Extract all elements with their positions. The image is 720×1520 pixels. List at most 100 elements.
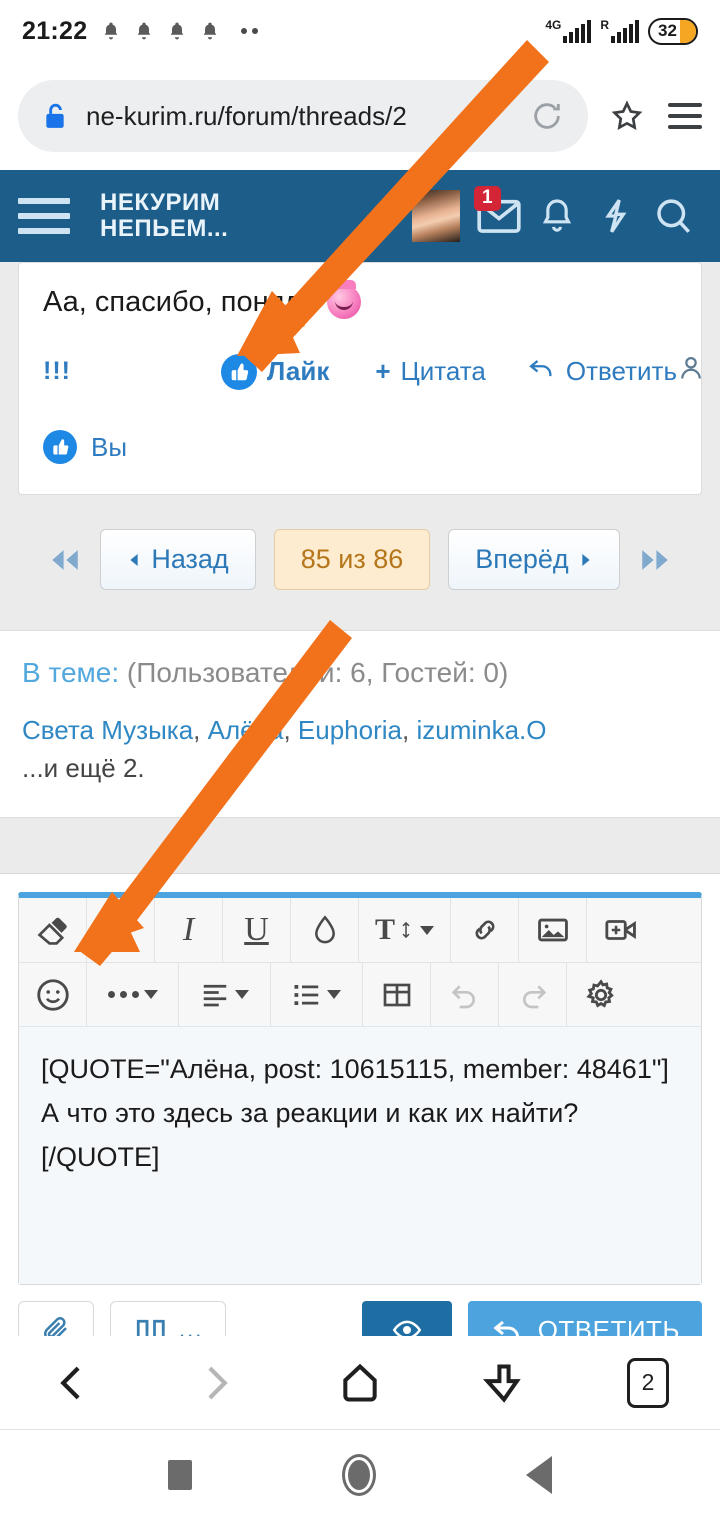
bolt-button[interactable]: [586, 190, 644, 242]
reply-label: Ответить: [566, 356, 677, 387]
eraser-icon[interactable]: [19, 898, 87, 962]
bell-icon: [167, 20, 187, 42]
battery-percent-label: 32: [658, 21, 677, 41]
more-dots-icon: [241, 28, 258, 34]
quote-button[interactable]: + Цитата: [375, 356, 486, 387]
brand-line-1: НЕКУРИМ: [100, 190, 228, 216]
battery-indicator: 32: [648, 18, 698, 45]
bold-icon[interactable]: B: [87, 898, 155, 962]
download-arrow-icon[interactable]: [459, 1348, 549, 1418]
signal-roaming-indicator: R: [600, 19, 639, 43]
user-link[interactable]: Света Музыка: [22, 715, 193, 745]
in-thread-users: Света Музыка, Алёна, Euphoria, izuminka.…: [22, 711, 698, 787]
separator: ,: [402, 715, 409, 745]
like-button[interactable]: Лайк: [221, 354, 329, 390]
battery-fill: [680, 20, 696, 43]
page-body: Аа, спасибо, поняла !!! Лайк + Цитата: [0, 262, 720, 1359]
android-status-bar: 21:22 4G R: [0, 0, 720, 62]
post-likes-row: Вы: [43, 430, 677, 464]
table-icon[interactable]: [363, 963, 431, 1027]
thumbs-up-icon: [221, 354, 257, 390]
settings-icon[interactable]: [567, 963, 635, 1027]
current-page-indicator[interactable]: 85 из 86: [274, 529, 431, 590]
emoji-icon[interactable]: [19, 963, 87, 1027]
reply-button[interactable]: Ответить: [526, 354, 677, 389]
tab-counter-button[interactable]: 2: [603, 1348, 693, 1418]
separator: ,: [283, 715, 290, 745]
status-time: 21:22: [22, 17, 87, 46]
image-icon[interactable]: [519, 898, 587, 962]
hamburger-icon[interactable]: [18, 198, 70, 234]
search-icon: [652, 195, 694, 237]
separator: ,: [193, 715, 200, 745]
align-icon[interactable]: [179, 963, 271, 1027]
more-options-icon[interactable]: [87, 963, 179, 1027]
alerts-button[interactable]: [528, 190, 586, 242]
bell-icon: [101, 20, 121, 42]
reload-icon[interactable]: [530, 99, 564, 133]
home-icon[interactable]: [315, 1348, 405, 1418]
forward-chevron-icon[interactable]: [171, 1348, 261, 1418]
reply-editor-wrapper: B I U T: [0, 874, 720, 1359]
likes-label[interactable]: Вы: [91, 432, 127, 463]
editor-toolbar-row-2: [19, 962, 701, 1026]
status-notification-icons: [101, 20, 258, 42]
site-brand[interactable]: НЕКУРИМ НЕПЬЕМ...: [100, 190, 228, 242]
forum-header: НЕКУРИМ НЕПЬЕМ... 1: [0, 170, 720, 262]
in-thread-section: В теме: (Пользователей: 6, Гостей: 0) Св…: [0, 630, 720, 818]
user-link[interactable]: Алёна: [208, 715, 284, 745]
underline-icon[interactable]: U: [223, 898, 291, 962]
thumbs-up-icon: [43, 430, 77, 464]
font-size-icon[interactable]: T: [359, 898, 451, 962]
italic-icon[interactable]: I: [155, 898, 223, 962]
post-action-row: !!! Лайк + Цитата: [43, 353, 677, 390]
list-icon[interactable]: [271, 963, 363, 1027]
signal-bars-icon: [563, 21, 591, 43]
omnibox[interactable]: ne-kurim.ru/forum/threads/2: [18, 80, 588, 152]
list-menu-icon[interactable]: [668, 103, 702, 129]
star-icon[interactable]: [610, 99, 644, 133]
url-text[interactable]: ne-kurim.ru/forum/threads/2: [86, 101, 512, 132]
pagination: Назад 85 из 86 Вперёд: [0, 495, 720, 630]
user-link[interactable]: izuminka.O: [416, 715, 546, 745]
person-icon[interactable]: [677, 353, 705, 390]
in-thread-more: ...и ещё 2.: [22, 749, 698, 787]
search-button[interactable]: [644, 190, 702, 242]
reply-arrow-icon: [526, 354, 556, 389]
quote-label: Цитата: [401, 356, 486, 387]
brand-line-2: НЕПЬЕМ...: [100, 216, 228, 242]
lightning-bolt-icon: [595, 195, 635, 237]
post-card: Аа, спасибо, поняла !!! Лайк + Цитата: [18, 262, 702, 495]
prev-page-button[interactable]: Назад: [100, 529, 255, 590]
next-page-button[interactable]: Вперёд: [448, 529, 619, 590]
android-navigation-bar: [0, 1430, 720, 1520]
report-button[interactable]: !!!: [43, 357, 71, 386]
video-icon[interactable]: [587, 898, 655, 962]
like-label: Лайк: [267, 356, 329, 387]
user-link[interactable]: Euphoria: [298, 715, 402, 745]
home-circle-icon[interactable]: [342, 1454, 376, 1496]
link-icon[interactable]: [451, 898, 519, 962]
post-message: Аа, спасибо, поняла: [43, 285, 677, 319]
bell-icon: [200, 20, 220, 42]
double-right-arrow-icon[interactable]: [638, 543, 672, 577]
prev-page-label: Назад: [151, 544, 228, 575]
text-color-icon[interactable]: [291, 898, 359, 962]
reply-textarea[interactable]: [QUOTE="Алёна, post: 10615115, member: 4…: [19, 1026, 701, 1284]
editor-toolbar-row-1: B I U T: [19, 898, 701, 962]
inbox-button[interactable]: 1: [470, 190, 528, 242]
recents-icon[interactable]: [168, 1460, 192, 1490]
plus-icon: +: [375, 356, 390, 387]
back-chevron-icon[interactable]: [27, 1348, 117, 1418]
avatar[interactable]: [412, 190, 460, 242]
bell-icon: [134, 20, 154, 42]
in-thread-title-row: В теме: (Пользователей: 6, Гостей: 0): [22, 657, 698, 689]
double-left-arrow-icon[interactable]: [48, 543, 82, 577]
back-triangle-icon[interactable]: [526, 1456, 552, 1494]
signal-4g-indicator: 4G: [545, 19, 591, 43]
status-right-icons: 4G R 32: [545, 18, 698, 45]
undo-icon[interactable]: [431, 963, 499, 1027]
current-page-label: 85 из 86: [301, 544, 404, 575]
unlocked-padlock-icon[interactable]: [42, 101, 68, 131]
redo-icon[interactable]: [499, 963, 567, 1027]
